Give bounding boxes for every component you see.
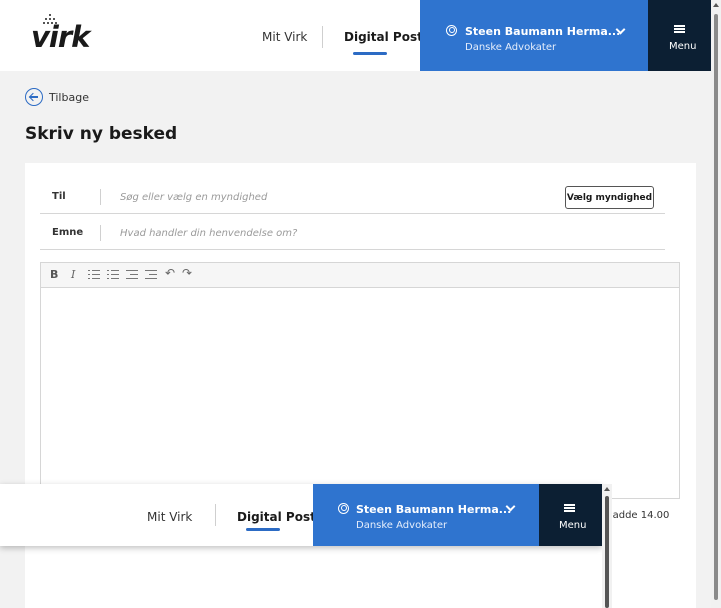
recipient-row: Til Vælg myndighed xyxy=(40,180,665,214)
nav-divider xyxy=(215,504,216,526)
site-header: virk Mit Virk Digital Post Steen Baumann… xyxy=(0,0,711,71)
italic-icon[interactable]: I xyxy=(71,268,75,282)
nav-digital-post[interactable]: Digital Post xyxy=(237,510,316,524)
floating-scrollbar[interactable] xyxy=(602,484,612,608)
nav-active-indicator xyxy=(353,52,387,55)
user-menu-button[interactable]: Steen Baumann Herma... Danske Advokater xyxy=(420,0,648,71)
scrollbar-thumb[interactable] xyxy=(714,14,718,600)
outdent-icon[interactable] xyxy=(126,270,138,280)
menu-label: Menu xyxy=(559,520,587,531)
nav-mit-virk[interactable]: Mit Virk xyxy=(147,510,192,524)
scroll-up-arrow-icon[interactable] xyxy=(604,487,610,491)
nav-digital-post[interactable]: Digital Post xyxy=(344,30,423,44)
menu-button[interactable]: Menu xyxy=(539,484,602,546)
scroll-up-arrow-icon[interactable] xyxy=(713,3,719,7)
nav-mit-virk[interactable]: Mit Virk xyxy=(262,30,307,44)
menu-label: Menu xyxy=(669,41,697,52)
subject-input[interactable] xyxy=(120,222,520,244)
indent-icon[interactable] xyxy=(145,270,157,280)
user-name: Steen Baumann Herma... xyxy=(356,503,512,516)
menu-button[interactable]: Menu xyxy=(648,0,711,71)
bullet-list-icon[interactable] xyxy=(107,270,119,280)
user-name: Steen Baumann Herma... xyxy=(465,25,621,38)
user-menu-button[interactable]: Steen Baumann Herma... Danske Advokater xyxy=(313,484,539,546)
nav-active-indicator xyxy=(246,528,280,531)
user-organization: Danske Advokater xyxy=(356,520,448,531)
logo-text: virk xyxy=(31,20,90,54)
back-link[interactable]: Tilbage xyxy=(25,88,89,106)
user-icon xyxy=(446,25,457,36)
floating-header: Mit Virk Digital Post Steen Baumann Herm… xyxy=(0,484,602,546)
arrow-left-circle-icon xyxy=(25,88,43,106)
field-divider xyxy=(100,225,101,241)
recipient-search-input[interactable] xyxy=(120,186,520,208)
redo-icon[interactable]: ↷ xyxy=(182,266,192,280)
page-title: Skriv ny besked xyxy=(25,124,178,144)
nav-divider xyxy=(322,26,323,48)
numbered-list-icon[interactable] xyxy=(88,270,100,280)
recipient-label: Til xyxy=(52,191,66,202)
subject-label: Emne xyxy=(52,227,84,238)
choose-authority-button[interactable]: Vælg myndighed xyxy=(565,186,654,209)
message-editor[interactable]: B I ↶ ↷ xyxy=(40,262,680,499)
field-divider xyxy=(100,189,101,205)
user-organization: Danske Advokater xyxy=(465,42,557,53)
editor-toolbar: B I ↶ ↷ xyxy=(41,263,679,288)
bold-icon[interactable]: B xyxy=(50,268,58,282)
scrollbar-thumb[interactable] xyxy=(605,496,609,608)
subject-row: Emne xyxy=(40,216,665,250)
hamburger-icon xyxy=(674,25,685,33)
hamburger-icon xyxy=(564,504,575,512)
undo-icon[interactable]: ↶ xyxy=(165,266,175,280)
back-label: Tilbage xyxy=(49,90,89,104)
page-scrollbar[interactable] xyxy=(711,0,721,608)
user-icon xyxy=(338,503,349,514)
